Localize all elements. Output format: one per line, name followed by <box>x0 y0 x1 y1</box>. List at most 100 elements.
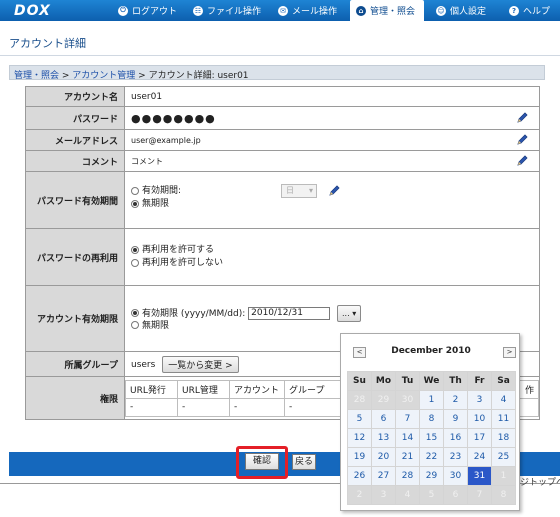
calendar-week-row: 5 6 7 8 9 10 11 <box>347 409 516 429</box>
calendar-day[interactable]: 6 <box>443 485 468 505</box>
calendar-day[interactable]: 15 <box>419 428 444 448</box>
group-value: users <box>131 359 156 370</box>
password-reuse-allow-radio[interactable] <box>131 245 139 254</box>
breadcrumb-separator: > <box>59 71 73 81</box>
calendar-day[interactable]: 18 <box>491 428 516 448</box>
calendar-day[interactable]: 3 <box>467 390 492 410</box>
permission-value: - <box>177 397 230 417</box>
calendar-day[interactable]: 29 <box>371 390 396 410</box>
calendar-day[interactable]: 23 <box>443 447 468 467</box>
calendar-day[interactable]: 5 <box>419 485 444 505</box>
calendar-week-row: 28 29 30 1 2 3 4 <box>347 390 516 410</box>
calendar-day[interactable]: 5 <box>347 409 372 429</box>
date-picker-button-label: ... <box>342 308 350 318</box>
breadcrumb-account-management-link[interactable]: アカウント管理 <box>72 71 135 81</box>
nav-admin[interactable]: ⌂ 管理・照会 <box>350 0 424 21</box>
calendar-day[interactable]: 4 <box>491 390 516 410</box>
calendar-day[interactable]: 8 <box>491 485 516 505</box>
password-expiry-unlimited-radio[interactable] <box>131 199 139 208</box>
calendar-day[interactable]: 20 <box>371 447 396 467</box>
account-expiry-date-input[interactable]: 2010/12/31 <box>248 306 331 320</box>
calendar-weekday-row: Su Mo Tu We Th Fr Sa <box>347 371 516 391</box>
calendar-day[interactable]: 2 <box>443 390 468 410</box>
calendar-day[interactable]: 4 <box>395 485 420 505</box>
calendar-week-row: 19 20 21 22 23 24 25 <box>347 447 516 467</box>
breadcrumb-admin-link[interactable]: 管理・照会 <box>14 71 59 81</box>
group-label: 所属グループ <box>25 351 125 377</box>
breadcrumb: 管理・照会 > アカウント管理 > アカウント詳細: user01 <box>9 65 545 81</box>
calendar-day[interactable]: 2 <box>347 485 372 505</box>
calendar-day[interactable]: 27 <box>371 466 396 486</box>
calendar-day[interactable]: 14 <box>395 428 420 448</box>
calendar-day[interactable]: 9 <box>443 409 468 429</box>
calendar-day[interactable]: 8 <box>419 409 444 429</box>
calendar-day[interactable]: 10 <box>467 409 492 429</box>
calendar-day[interactable]: 24 <box>467 447 492 467</box>
edit-password-pencil-icon[interactable] <box>515 111 529 125</box>
nav-mail-operations-label: メール操作 <box>292 7 338 17</box>
password-expiry-cell: 有効期間: 無期限 日 ▾ <box>124 171 540 229</box>
page-top-link[interactable]: ジトップへ <box>520 475 560 488</box>
calendar-day[interactable]: 26 <box>347 466 372 486</box>
calendar-day[interactable]: 25 <box>491 447 516 467</box>
nav-help[interactable]: ? ヘルプ <box>509 0 550 21</box>
date-picker-button[interactable]: ... ▾ <box>337 304 362 322</box>
account-expiry-limited-option[interactable]: 有効期限 (yyyy/MM/dd): 2010/12/31 ... ▾ <box>131 304 533 322</box>
calendar-day[interactable]: 30 <box>395 390 420 410</box>
nav-mail-operations[interactable]: ✉ メール操作 <box>278 0 337 21</box>
password-reuse-allow-option[interactable]: 再利用を許可する <box>131 244 533 257</box>
edit-email-pencil-icon[interactable] <box>515 133 529 147</box>
account-expiry-unlimited-option[interactable]: 無期限 <box>131 320 533 333</box>
password-expiry-unlimited-option[interactable]: 無期限 <box>131 198 533 211</box>
calendar-day[interactable]: 6 <box>371 409 396 429</box>
password-reuse-deny-radio[interactable] <box>131 258 139 267</box>
password-reuse-deny-option[interactable]: 再利用を許可しない <box>131 257 533 270</box>
nav-file-operations[interactable]: ☷ ファイル操作 <box>193 0 261 21</box>
calendar-day[interactable]: 13 <box>371 428 396 448</box>
calendar-day[interactable]: 28 <box>395 466 420 486</box>
calendar-week-row: 26 27 28 29 30 31 1 <box>347 466 516 486</box>
title-divider <box>0 55 560 56</box>
calendar-day[interactable]: 11 <box>491 409 516 429</box>
password-label: パスワード <box>25 106 125 130</box>
row-comment: コメント コメント <box>25 150 540 172</box>
calendar-day[interactable]: 1 <box>491 466 516 486</box>
calendar-day[interactable]: 12 <box>347 428 372 448</box>
nav-personal-settings[interactable]: ☺ 個人設定 <box>436 0 486 21</box>
password-expiry-label: パスワード有効期間 <box>25 171 125 229</box>
password-reuse-cell: 再利用を許可する 再利用を許可しない <box>124 228 540 286</box>
confirm-button[interactable]: 確認 <box>245 453 279 470</box>
edit-comment-pencil-icon[interactable] <box>515 154 529 168</box>
edit-password-expiry-pencil-icon[interactable] <box>327 184 341 198</box>
admin-icon: ⌂ <box>356 5 366 16</box>
calendar-day[interactable]: 29 <box>419 466 444 486</box>
logout-icon: ⏻ <box>118 5 128 16</box>
back-button[interactable]: 戻る <box>292 454 316 470</box>
account-expiry-limited-radio[interactable] <box>131 309 139 317</box>
calendar-weekday-label: Tu <box>395 371 420 391</box>
chevron-down-icon: ▾ <box>308 186 313 195</box>
change-group-button[interactable]: 一覧から変更 > <box>162 355 239 373</box>
account-name-value: user01 <box>124 86 540 107</box>
calendar-day[interactable]: 30 <box>443 466 468 486</box>
calendar-day[interactable]: 7 <box>467 485 492 505</box>
password-expiry-limited-radio[interactable] <box>131 186 139 195</box>
calendar-day[interactable]: 3 <box>371 485 396 505</box>
calendar-day[interactable]: 17 <box>467 428 492 448</box>
calendar-day[interactable]: 22 <box>419 447 444 467</box>
account-expiry-unlimited-radio[interactable] <box>131 321 139 329</box>
password-expiry-unit-value: 日 <box>286 186 294 195</box>
permission-value: - <box>125 397 178 417</box>
calendar-day[interactable]: 21 <box>395 447 420 467</box>
calendar-weekday-label: Sa <box>491 371 516 391</box>
calendar-day[interactable]: 1 <box>419 390 444 410</box>
calendar-day[interactable]: 7 <box>395 409 420 429</box>
calendar-day[interactable]: 19 <box>347 447 372 467</box>
calendar-day[interactable]: 16 <box>443 428 468 448</box>
permission-column-url-management: URL管理 <box>177 379 230 399</box>
nav-logout[interactable]: ⏻ ログアウト <box>118 0 177 21</box>
calendar-day-selected[interactable]: 31 <box>467 466 492 486</box>
calendar-day[interactable]: 28 <box>347 390 372 410</box>
top-nav-bar: DOX ⏻ ログアウト ☷ ファイル操作 ✉ メール操作 ⌂ 管理・照会 ☺ 個… <box>0 0 560 21</box>
calendar-next-button[interactable]: > <box>503 347 516 358</box>
